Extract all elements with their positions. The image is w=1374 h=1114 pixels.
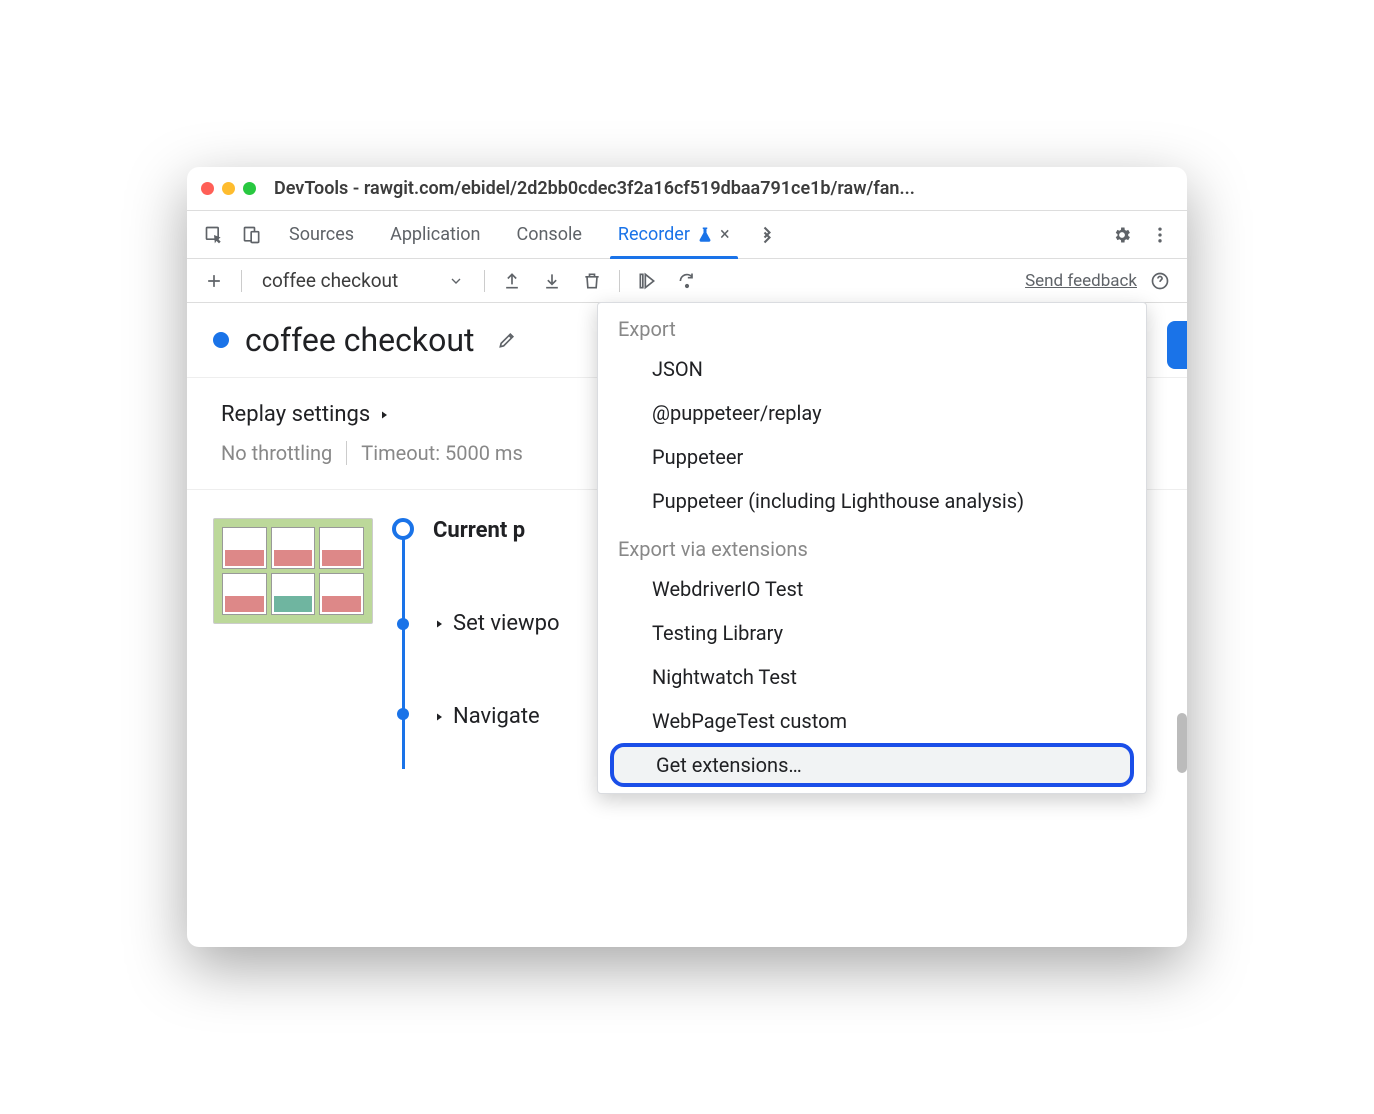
timeline [391, 518, 415, 729]
page-thumbnail [213, 518, 373, 624]
maximize-window-button[interactable] [243, 182, 256, 195]
divider [619, 270, 620, 292]
export-json[interactable]: JSON [598, 347, 1146, 391]
replay-icon[interactable] [630, 264, 664, 298]
chevron-down-icon [448, 273, 464, 289]
tab-application[interactable]: Application [374, 211, 496, 258]
step-set-viewport[interactable]: Set viewpo [433, 611, 560, 636]
tab-console[interactable]: Console [500, 211, 597, 258]
new-recording-icon[interactable] [197, 264, 231, 298]
minimize-window-button[interactable] [222, 182, 235, 195]
step-navigate[interactable]: Navigate [433, 704, 560, 729]
export-puppeteer-replay[interactable]: @puppeteer/replay [598, 391, 1146, 435]
tab-recorder[interactable]: Recorder × [602, 211, 746, 258]
devtools-window: DevTools - rawgit.com/ebidel/2d2bb0cdec3… [187, 167, 1187, 947]
export-webdriverio[interactable]: WebdriverIO Test [598, 567, 1146, 611]
get-extensions[interactable]: Get extensions… [610, 743, 1134, 787]
timeline-step-icon [397, 708, 409, 720]
window-title: DevTools - rawgit.com/ebidel/2d2bb0cdec3… [274, 178, 915, 199]
edit-title-icon[interactable] [490, 323, 524, 357]
devtools-tabs: Sources Application Console Recorder × [187, 211, 1187, 259]
flask-icon [696, 226, 714, 244]
replay-button-edge[interactable] [1167, 321, 1187, 369]
export-nightwatch[interactable]: Nightwatch Test [598, 655, 1146, 699]
divider [484, 270, 485, 292]
kebab-menu-icon[interactable] [1143, 218, 1177, 252]
recorder-toolbar: coffee checkout Send feedback [187, 259, 1187, 303]
send-feedback-link[interactable]: Send feedback [1025, 271, 1137, 291]
export-puppeteer-lighthouse[interactable]: Puppeteer (including Lighthouse analysis… [598, 479, 1146, 523]
recording-selector[interactable]: coffee checkout [252, 265, 474, 297]
recording-title: coffee checkout [245, 321, 474, 359]
timeline-step-icon [397, 618, 409, 630]
close-tab-icon[interactable]: × [720, 224, 730, 245]
tab-recorder-label: Recorder [618, 224, 690, 245]
inspect-element-icon[interactable] [197, 218, 231, 252]
export-testing-library[interactable]: Testing Library [598, 611, 1146, 655]
timeout-value: Timeout: 5000 ms [361, 441, 523, 465]
caret-right-icon [433, 618, 445, 630]
timeline-start-icon [392, 518, 414, 540]
close-window-button[interactable] [201, 182, 214, 195]
caret-right-icon [378, 409, 390, 421]
divider [241, 270, 242, 292]
recording-indicator-icon [213, 332, 229, 348]
scrollbar[interactable] [1177, 713, 1187, 773]
traffic-lights [201, 182, 256, 195]
import-icon[interactable] [535, 264, 569, 298]
step-over-icon[interactable] [670, 264, 704, 298]
export-dropdown: Export JSON @puppeteer/replay Puppeteer … [597, 302, 1147, 794]
tab-sources[interactable]: Sources [273, 211, 370, 258]
step-labels: Current p Set viewpo Navigate [433, 518, 560, 729]
titlebar: DevTools - rawgit.com/ebidel/2d2bb0cdec3… [187, 167, 1187, 211]
recording-selector-value: coffee checkout [262, 269, 398, 292]
device-toolbar-icon[interactable] [235, 218, 269, 252]
step-label-text: Navigate [453, 704, 540, 729]
step-current-page[interactable]: Current p [433, 518, 560, 543]
timeline-line [402, 530, 405, 769]
delete-icon[interactable] [575, 264, 609, 298]
export-webpagetest[interactable]: WebPageTest custom [598, 699, 1146, 743]
throttling-value: No throttling [221, 441, 332, 465]
export-puppeteer[interactable]: Puppeteer [598, 435, 1146, 479]
replay-settings-label: Replay settings [221, 402, 370, 427]
more-tabs-icon[interactable] [750, 218, 784, 252]
divider [346, 441, 347, 465]
export-extensions-header: Export via extensions [598, 523, 1146, 567]
export-section-header: Export [598, 303, 1146, 347]
export-icon[interactable] [495, 264, 529, 298]
caret-right-icon [433, 711, 445, 723]
settings-icon[interactable] [1105, 218, 1139, 252]
step-label-text: Set viewpo [453, 611, 560, 636]
help-icon[interactable] [1143, 264, 1177, 298]
